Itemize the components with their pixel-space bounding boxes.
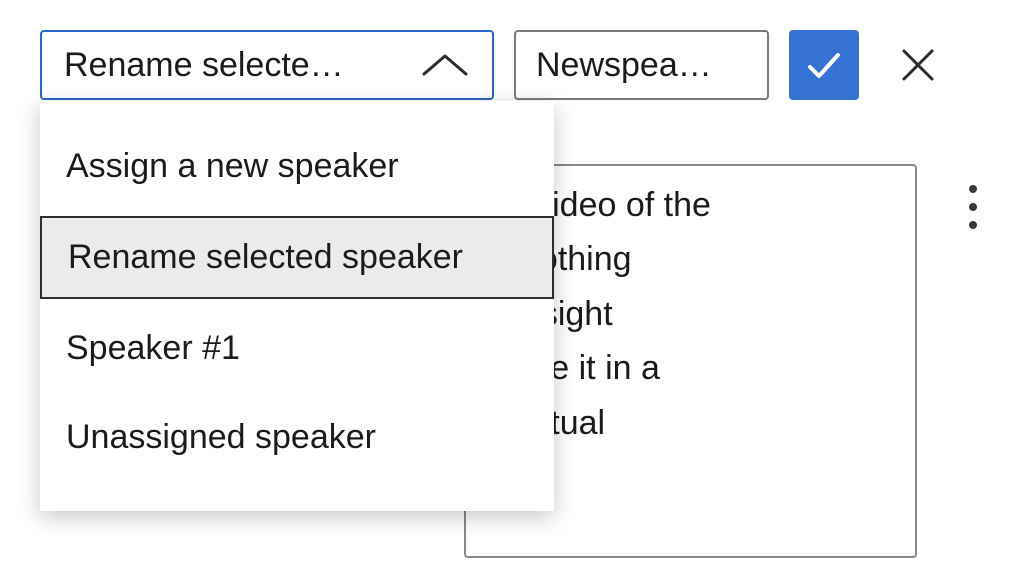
dropdown-item-speaker-1[interactable]: Speaker #1 — [40, 309, 554, 388]
input-value-text: Newspea… — [536, 46, 712, 85]
more-icon — [969, 221, 977, 229]
more-icon — [969, 185, 977, 193]
more-icon — [969, 203, 977, 211]
dropdown-item-label: Unassigned speaker — [66, 418, 376, 456]
checkmark-icon — [804, 45, 844, 85]
speaker-action-select[interactable]: Rename selecte… — [40, 30, 494, 100]
confirm-button[interactable] — [789, 30, 859, 100]
more-options-button[interactable] — [963, 185, 983, 229]
cancel-button[interactable] — [893, 40, 943, 90]
chevron-up-icon — [418, 50, 472, 80]
select-display-text: Rename selecte… — [64, 46, 344, 85]
speaker-action-dropdown: Assign a new speaker Rename selected spe… — [40, 101, 554, 511]
speaker-name-input[interactable]: Newspea… — [514, 30, 769, 100]
dropdown-item-label: Rename selected speaker — [68, 238, 463, 276]
dropdown-item-rename-selected[interactable]: Rename selected speaker — [40, 216, 554, 299]
dropdown-item-unassigned[interactable]: Unassigned speaker — [40, 398, 554, 477]
dropdown-item-label: Speaker #1 — [66, 329, 240, 367]
close-icon — [898, 45, 938, 85]
dropdown-item-label: Assign a new speaker — [66, 147, 399, 185]
dropdown-item-assign-new[interactable]: Assign a new speaker — [40, 127, 554, 206]
toolbar: Rename selecte… Newspea… — [0, 0, 1009, 100]
